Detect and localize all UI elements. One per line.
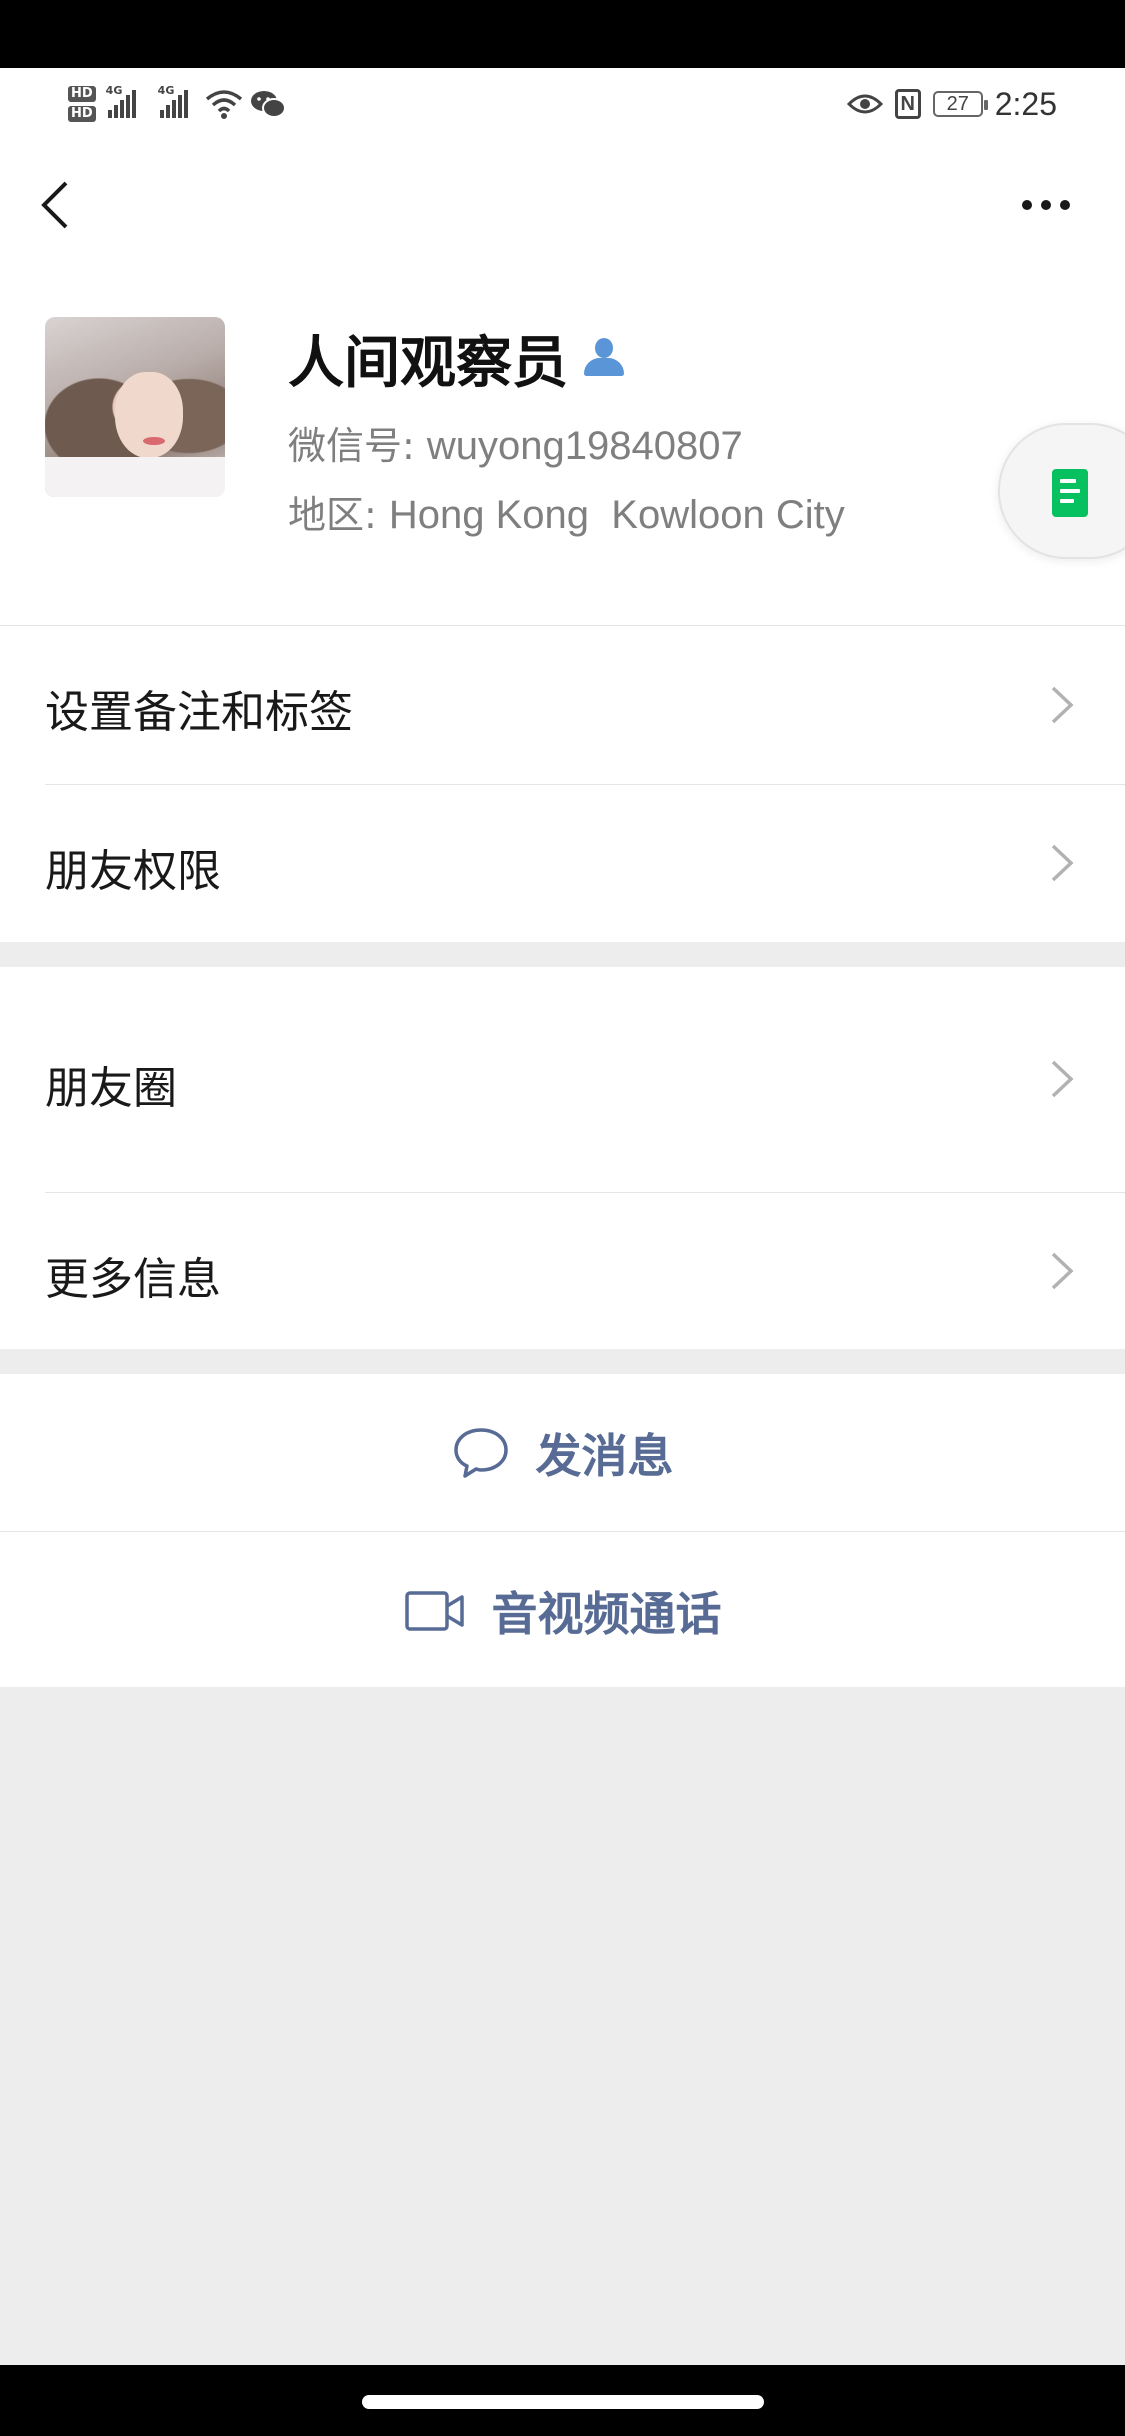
menu-item-remark-tags[interactable]: 设置备注和标签 [0, 626, 1125, 784]
status-left: HD HD 4G 4G [68, 76, 286, 132]
profile-name: 人间观察员 [288, 330, 568, 396]
network-type-1: 4G [105, 84, 123, 97]
wechat-id-label: 微信号: [288, 424, 427, 468]
eye-icon [846, 94, 883, 114]
menu-item-label: 更多信息 [45, 1254, 221, 1305]
chevron-right-icon [1051, 844, 1074, 882]
wechat-icon [250, 91, 286, 118]
menu-item-more-info[interactable]: 更多信息 [0, 1193, 1125, 1349]
status-right: N 27 2:25 [846, 68, 1057, 140]
signal-icon: 4G [106, 84, 136, 118]
video-camera-icon [404, 1590, 464, 1631]
wechat-id-line: 微信号: wuyong19840807 [288, 415, 743, 470]
wechat-id-value: wuyong19840807 [426, 424, 743, 468]
profile-name-row: 人间观察员 [288, 318, 624, 398]
back-button[interactable] [30, 170, 80, 240]
person-icon [584, 336, 624, 380]
chevron-right-icon [1051, 1060, 1074, 1098]
battery-icon: 27 [932, 91, 988, 117]
region-label: 地区: [288, 493, 389, 537]
status-time: 2:25 [994, 85, 1057, 122]
status-bar: HD HD 4G 4G N 27 2:25 [0, 68, 1125, 140]
hd-badge-1: HD [68, 86, 96, 102]
home-indicator[interactable] [362, 2395, 764, 2409]
video-call-button[interactable]: 音视频通话 [0, 1532, 1125, 1689]
video-call-label: 音视频通话 [491, 1586, 722, 1641]
more-dots-icon [1022, 200, 1032, 210]
chevron-right-icon [1051, 1252, 1074, 1290]
floating-document-button[interactable] [998, 423, 1125, 559]
menu-item-label: 朋友圈 [45, 1063, 177, 1114]
menu-item-label: 设置备注和标签 [45, 687, 353, 738]
send-message-button[interactable]: 发消息 [0, 1374, 1125, 1531]
menu-item-label: 朋友权限 [45, 846, 221, 897]
top-bezel [0, 0, 1125, 68]
menu-item-moments[interactable]: 朋友圈 [0, 967, 1125, 1192]
wifi-icon [205, 90, 242, 119]
menu-item-friend-permissions[interactable]: 朋友权限 [0, 785, 1125, 942]
chevron-right-icon [1051, 686, 1074, 724]
more-dots-icon [1041, 200, 1051, 210]
region-line: 地区: Hong Kong Kowloon City [288, 484, 845, 539]
hd-badge-2: HD [68, 106, 96, 122]
avatar[interactable] [45, 317, 225, 497]
hd-badges: HD HD [68, 86, 96, 122]
more-dots-icon [1060, 200, 1070, 210]
region-value: Hong Kong Kowloon City [388, 493, 845, 537]
signal-icon: 4G [158, 84, 188, 118]
chevron-left-icon [41, 181, 68, 229]
more-button[interactable] [1010, 180, 1082, 230]
send-message-label: 发消息 [535, 1428, 674, 1483]
battery-level: 27 [946, 93, 969, 115]
chat-bubble-icon [453, 1427, 508, 1478]
nfc-icon: N [894, 89, 921, 119]
network-type-2: 4G [157, 84, 175, 97]
document-icon [1052, 469, 1088, 517]
